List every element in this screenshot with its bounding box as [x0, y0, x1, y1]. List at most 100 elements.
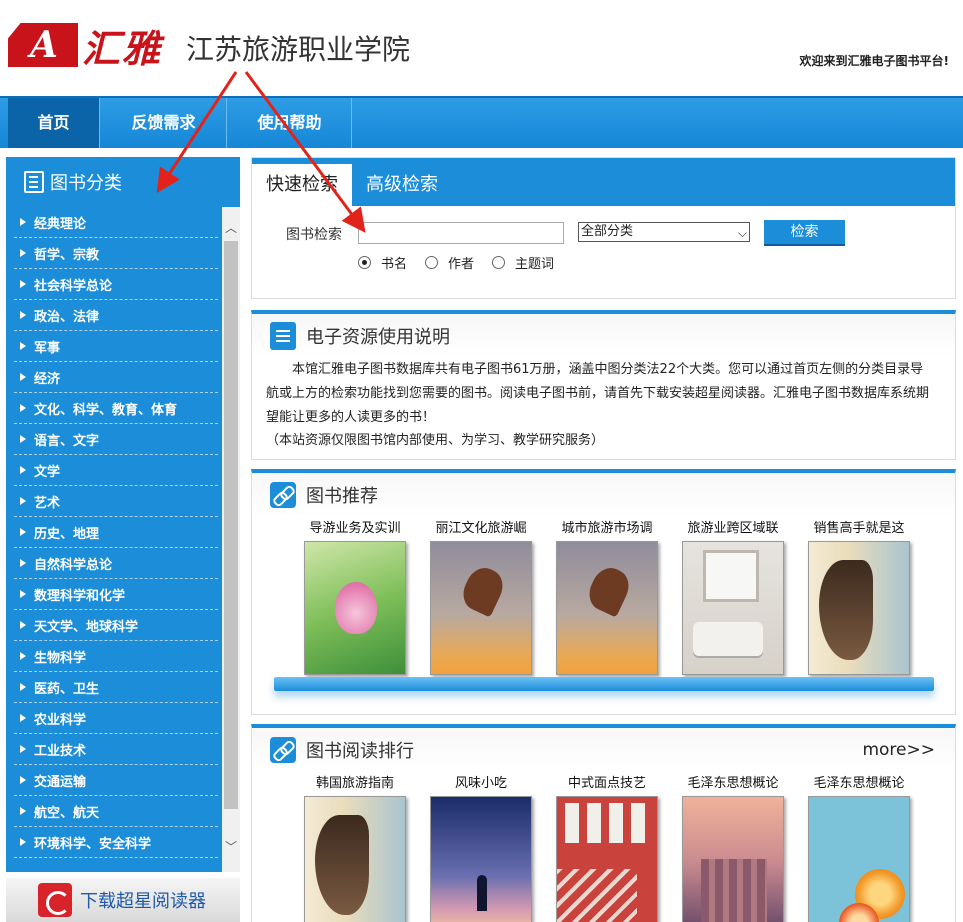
sidebar-item-category[interactable]: 军事	[14, 331, 218, 362]
book-title[interactable]: 导游业务及实训	[296, 519, 414, 539]
book-item[interactable]: 丽江文化旅游崛	[422, 519, 540, 675]
book-title[interactable]: 旅游业跨区域联	[674, 519, 792, 539]
triangle-right-icon	[20, 435, 26, 443]
sidebar-item-category[interactable]: 自然科学总论	[14, 548, 218, 579]
document-icon	[270, 322, 296, 350]
book-item[interactable]: 旅游业跨区域联	[674, 519, 792, 675]
more-link[interactable]: more>>	[862, 740, 935, 760]
sidebar-item-label: 哲学、宗教	[34, 247, 100, 263]
category-select-value: 全部分类	[581, 224, 634, 239]
category-sidebar: 图书分类 经典理论 哲学、宗教 社会科学总论 政治、法律 军事 经济 文化、科学、教育、体育…	[6, 157, 240, 872]
chevron-down-icon: ⌵	[737, 226, 747, 240]
book-item[interactable]: 城市旅游市场调	[548, 519, 666, 675]
triangle-right-icon	[20, 590, 26, 598]
book-title[interactable]: 韩国旅游指南	[296, 774, 414, 794]
book-item[interactable]: 风味小吃	[422, 774, 540, 922]
recommend-header: 图书推荐	[252, 473, 955, 517]
triangle-right-icon	[20, 745, 26, 753]
book-cover[interactable]	[430, 796, 532, 922]
radio-title-label: 书名	[381, 256, 408, 272]
download-reader-button[interactable]: 下载超星阅读器	[6, 878, 240, 922]
category-select[interactable]: 全部分类 ⌵	[578, 222, 750, 242]
scroll-up-icon[interactable]: ︿	[222, 219, 240, 237]
book-cover[interactable]	[430, 541, 532, 675]
sidebar-item-category[interactable]: 航空、航天	[14, 796, 218, 827]
sidebar-item-category[interactable]: 艺术	[14, 486, 218, 517]
triangle-right-icon	[20, 714, 26, 722]
intro-panel: 电子资源使用说明 本馆汇雅电子图书数据库共有电子图书61万册，涵盖中图分类法22…	[251, 310, 956, 460]
book-item[interactable]: 毛泽东思想概论	[674, 774, 792, 922]
sidebar-item-category[interactable]: 生物科学	[14, 641, 218, 672]
tab-advanced-search[interactable]: 高级检索	[352, 164, 452, 206]
book-title[interactable]: 丽江文化旅游崛	[422, 519, 540, 539]
triangle-right-icon	[20, 621, 26, 629]
sidebar-item-category[interactable]: 社会科学总论	[14, 269, 218, 300]
sidebar-item-category[interactable]: 交通运输	[14, 765, 218, 796]
book-title[interactable]: 风味小吃	[422, 774, 540, 794]
book-cover[interactable]	[556, 796, 658, 922]
scroll-thumb[interactable]	[224, 241, 238, 809]
sidebar-item-label: 政治、法律	[34, 309, 100, 325]
sidebar-item-category[interactable]: 经济	[14, 362, 218, 393]
triangle-right-icon	[20, 342, 26, 350]
sidebar-item-category[interactable]: 医药、卫生	[14, 672, 218, 703]
sidebar-item-category[interactable]: 环境科学、安全科学	[14, 827, 218, 858]
ranking-panel: 图书阅读排行 more>> 韩国旅游指南 风味小吃 中式面点技艺 毛泽东思想概论…	[251, 724, 956, 922]
book-title[interactable]: 销售高手就是这	[800, 519, 918, 539]
sidebar-item-category[interactable]: 工业技术	[14, 734, 218, 765]
sidebar-item-label: 文化、科学、教育、体育	[34, 402, 178, 418]
category-list: 经典理论哲学、宗教社会科学总论政治、法律军事 经济文化、科学、教育、体育 语言、文字…	[6, 207, 222, 872]
book-item[interactable]: 导游业务及实训	[296, 519, 414, 675]
book-cover[interactable]	[808, 796, 910, 922]
sidebar-item-category[interactable]: 农业科学	[14, 703, 218, 734]
book-title[interactable]: 毛泽东思想概论	[674, 774, 792, 794]
triangle-right-icon	[20, 807, 26, 815]
huiya-logo[interactable]: A 汇雅	[8, 22, 176, 71]
book-cover[interactable]	[304, 796, 406, 922]
book-cover[interactable]	[682, 796, 784, 922]
book-title[interactable]: 毛泽东思想概论	[800, 774, 918, 794]
nav-help[interactable]: 使用帮助	[228, 98, 352, 148]
book-cover[interactable]	[682, 541, 784, 675]
radio-title[interactable]	[358, 255, 371, 269]
search-type-radios: 书名 作者 主题词	[358, 252, 572, 272]
sidebar-item-category[interactable]: 语言、文字	[14, 424, 218, 455]
radio-author-label: 作者	[448, 256, 475, 272]
page-header: A 汇雅 江苏旅游职业学院 欢迎来到汇雅电子图书平台!	[0, 0, 963, 96]
sidebar-item-category[interactable]: 天文学、地球科学	[14, 610, 218, 641]
sidebar-item-category[interactable]: 政治、法律	[14, 300, 218, 331]
ranking-title: 图书阅读排行	[306, 741, 414, 762]
sidebar-item-category[interactable]: 文学	[14, 455, 218, 486]
ranking-header: 图书阅读排行	[252, 728, 955, 772]
intro-title: 电子资源使用说明	[306, 327, 450, 348]
sidebar-item-category[interactable]: 经典理论	[14, 207, 218, 238]
tab-quick-search[interactable]: 快速检索	[252, 164, 352, 206]
triangle-right-icon	[20, 218, 26, 226]
book-item[interactable]: 毛泽东思想概论	[800, 774, 918, 922]
nav-feedback[interactable]: 反馈需求	[101, 98, 227, 148]
nav-home[interactable]: 首页	[8, 98, 100, 148]
triangle-right-icon	[20, 404, 26, 412]
search-input[interactable]	[358, 222, 564, 244]
category-scrollbar[interactable]: ︿ ﹀	[222, 207, 240, 872]
book-title[interactable]: 中式面点技艺	[548, 774, 666, 794]
sidebar-item-category[interactable]: 文化、科学、教育、体育	[14, 393, 218, 424]
book-item[interactable]: 中式面点技艺	[548, 774, 666, 922]
book-cover[interactable]	[304, 541, 406, 675]
radio-subject[interactable]	[492, 255, 506, 269]
book-item[interactable]: 销售高手就是这	[800, 519, 918, 675]
book-item[interactable]: 韩国旅游指南	[296, 774, 414, 922]
book-title[interactable]: 城市旅游市场调	[548, 519, 666, 539]
intro-note: （本站资源仅限图书馆内部使用、为学习、教学研究服务）	[266, 433, 605, 448]
book-cover[interactable]	[556, 541, 658, 675]
school-name: 江苏旅游职业学院	[186, 33, 411, 66]
scroll-down-icon[interactable]: ﹀	[222, 838, 240, 856]
sidebar-item-category[interactable]: 哲学、宗教	[14, 238, 218, 269]
search-button[interactable]: 检索	[764, 220, 845, 246]
radio-author[interactable]	[425, 255, 439, 269]
sidebar-item-label: 语言、文字	[34, 433, 100, 449]
sidebar-item-category[interactable]: 历史、地理	[14, 517, 218, 548]
sidebar-item-category[interactable]: 数理科学和化学	[14, 579, 218, 610]
book-cover[interactable]	[808, 541, 910, 675]
book-icon	[24, 171, 44, 193]
